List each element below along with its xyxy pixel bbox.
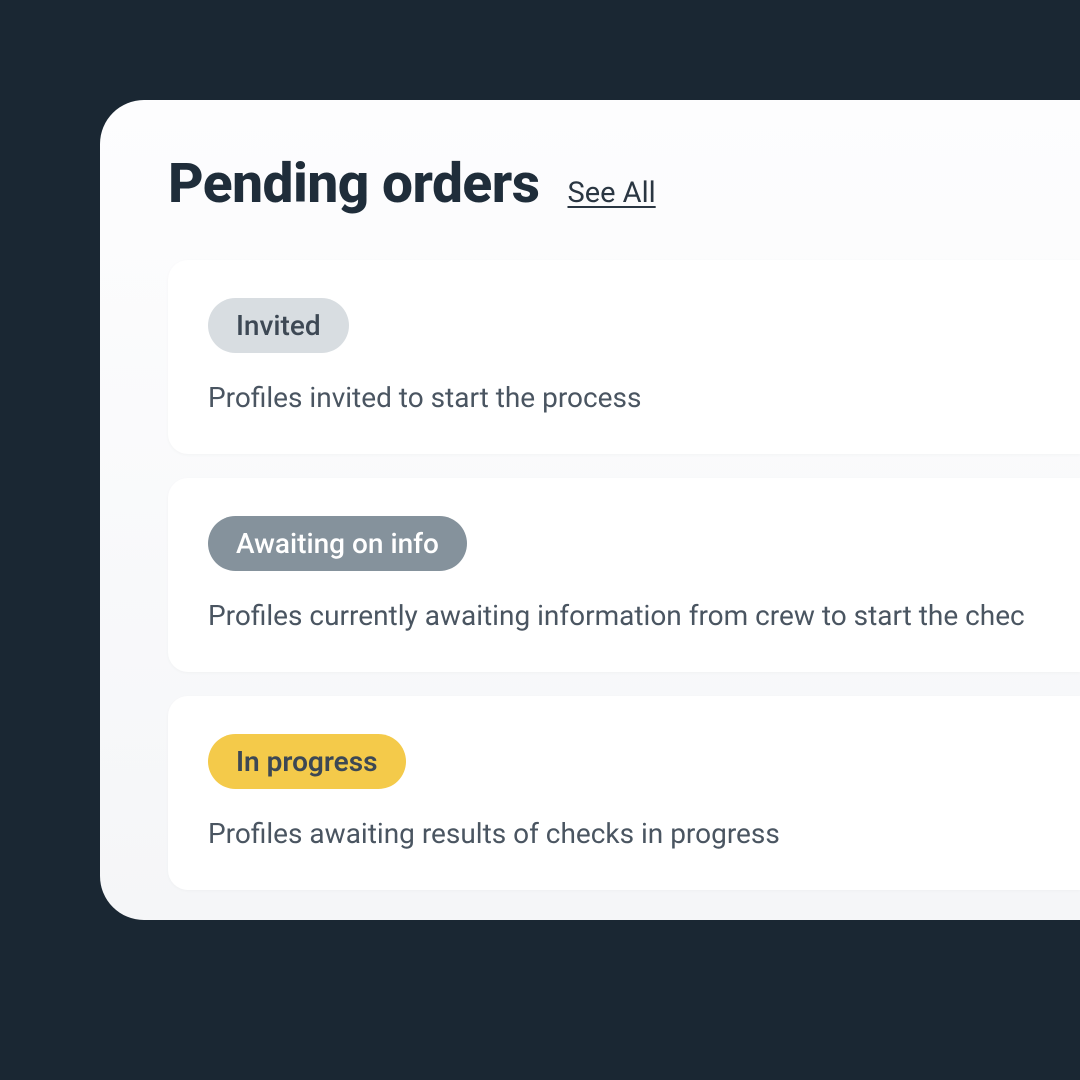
see-all-link[interactable]: See All — [567, 176, 655, 210]
page-title: Pending orders — [168, 152, 539, 216]
card-description: Profiles invited to start the process — [208, 381, 1040, 414]
order-card-invited[interactable]: Invited Profiles invited to start the pr… — [168, 260, 1080, 454]
order-card-awaiting[interactable]: Awaiting on info Profiles currently awai… — [168, 478, 1080, 672]
card-description: Profiles awaiting results of checks in p… — [208, 817, 1040, 850]
panel-header: Pending orders See All — [168, 152, 1080, 216]
order-card-in-progress[interactable]: In progress Profiles awaiting results of… — [168, 696, 1080, 890]
card-description: Profiles currently awaiting information … — [208, 599, 1040, 632]
status-badge-awaiting: Awaiting on info — [208, 516, 467, 571]
status-badge-in-progress: In progress — [208, 734, 406, 789]
pending-orders-panel: Pending orders See All Invited Profiles … — [100, 100, 1080, 920]
status-badge-invited: Invited — [208, 298, 349, 353]
